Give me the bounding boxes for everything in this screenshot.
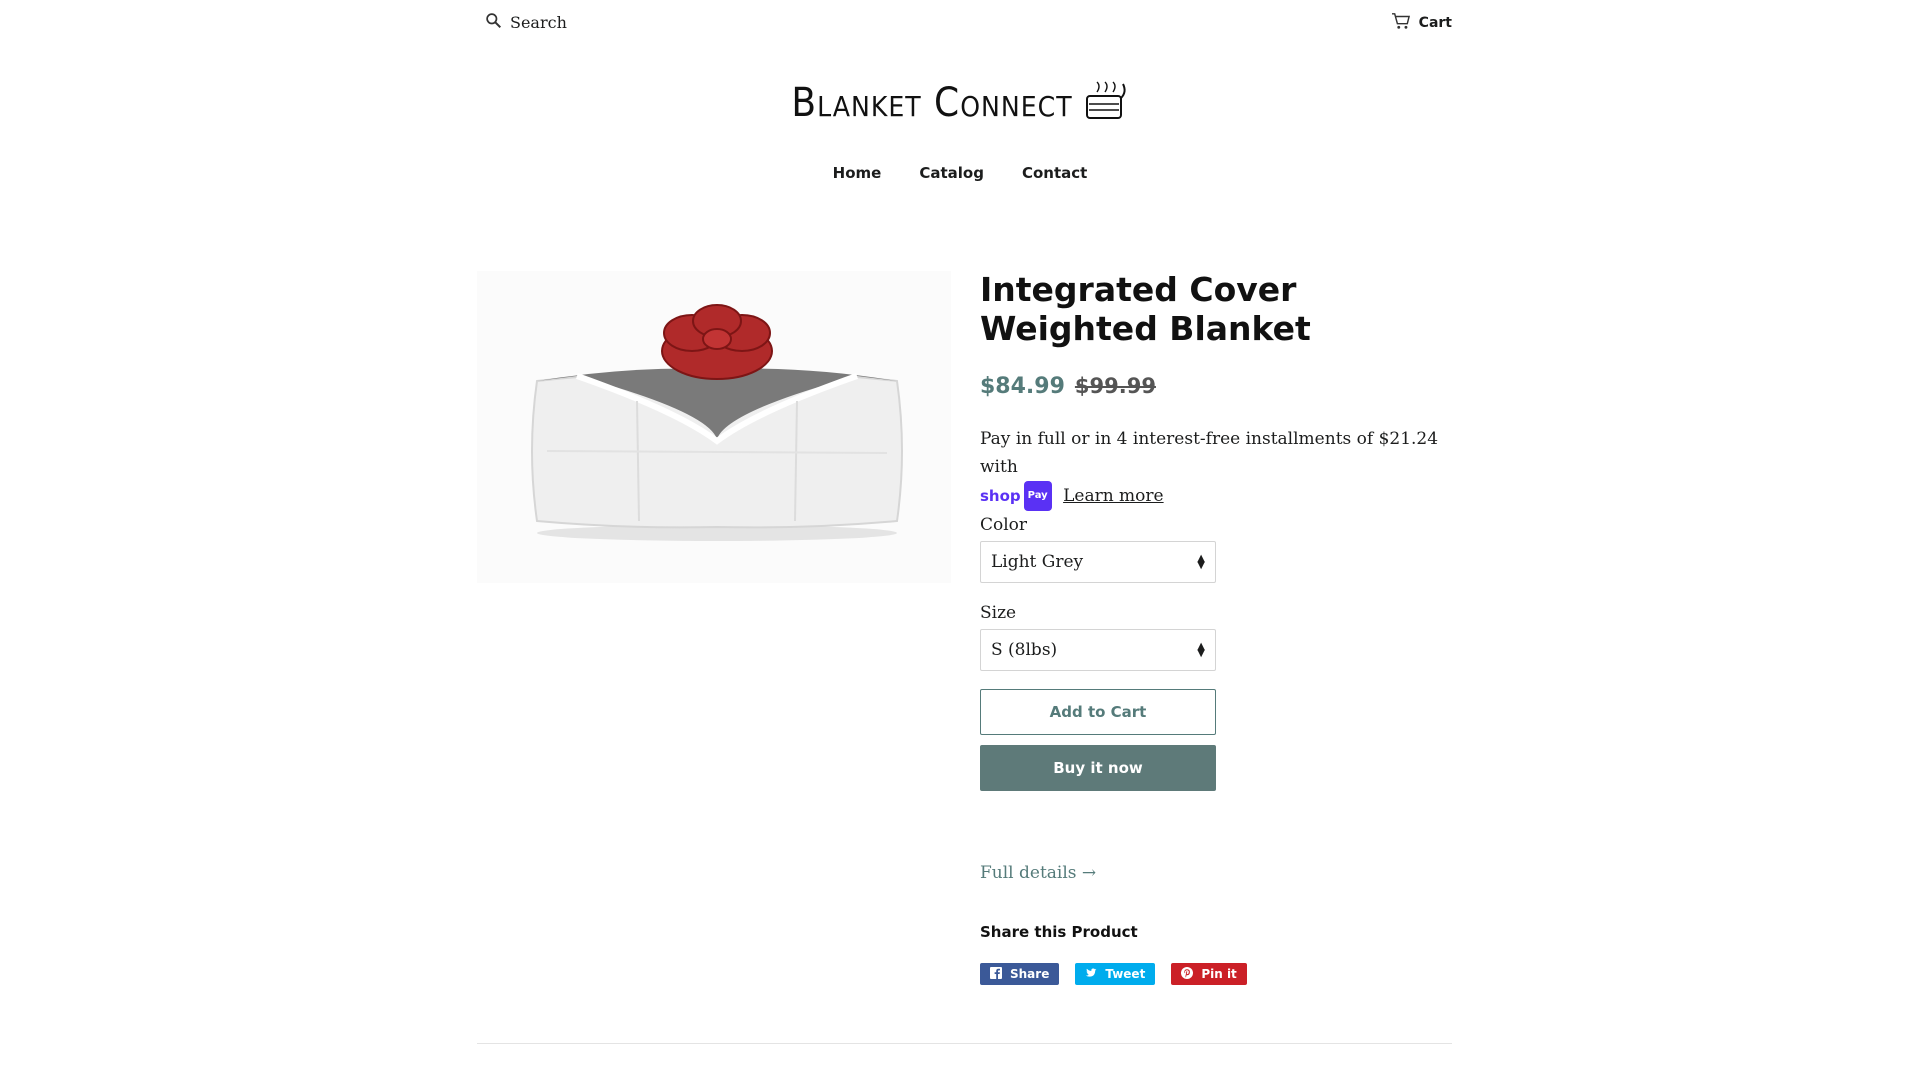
product-title: Integrated Cover Weighted Blanket: [980, 270, 1311, 348]
compare-price: $99.99: [1074, 374, 1156, 398]
search-label: Search: [510, 13, 567, 32]
facebook-icon: [990, 966, 1002, 982]
share-title: Share this Product: [980, 923, 1138, 941]
folded-blanket-logo-icon: [1083, 78, 1129, 128]
search-icon: [485, 12, 502, 33]
pinterest-icon: [1181, 966, 1194, 982]
installments-message: Pay in full or in 4 interest-free instal…: [980, 425, 1460, 511]
cart-icon: [1391, 12, 1411, 34]
tweet-label: Tweet: [1105, 967, 1146, 981]
cart-label: Cart: [1418, 15, 1452, 31]
nav-item-catalog[interactable]: Catalog: [919, 164, 984, 182]
search-link[interactable]: Search: [485, 12, 567, 33]
product-image[interactable]: [477, 271, 951, 583]
select-arrows-icon: ▲ ▼: [1197, 553, 1205, 571]
top-bar: Search Cart: [0, 0, 1920, 50]
price-row: $84.99 $99.99: [980, 374, 1460, 399]
store-logo[interactable]: Blanket Connect: [0, 78, 1920, 128]
logo-text: Blanket Connect: [791, 80, 1073, 126]
shop-pay-shop: shop: [980, 487, 1021, 505]
cart-link[interactable]: Cart: [1391, 12, 1452, 34]
share-buttons: Share Tweet Pin it: [980, 963, 1460, 985]
nav-item-contact[interactable]: Contact: [1022, 164, 1087, 182]
select-arrows-icon: ▲ ▼: [1197, 641, 1205, 659]
footer-divider: [477, 1043, 1452, 1044]
size-select-value: S (8lbs): [991, 640, 1058, 660]
shop-pay-pay: Pay: [1023, 481, 1052, 511]
twitter-tweet-button[interactable]: Tweet: [1075, 963, 1156, 985]
color-select[interactable]: Light Grey ▲ ▼: [980, 541, 1216, 583]
product-info: Integrated Cover Weighted Blanket $84.99…: [980, 270, 1460, 985]
facebook-share-button[interactable]: Share: [980, 963, 1060, 985]
buy-now-button[interactable]: Buy it now: [980, 745, 1216, 791]
shop-pay-logo: shop Pay: [980, 481, 1052, 511]
color-label: Color: [980, 515, 1028, 535]
sale-price: $84.99: [980, 374, 1065, 399]
main-nav: Home Catalog Contact: [0, 164, 1920, 182]
share-label: Share: [1010, 967, 1050, 981]
add-to-cart-button[interactable]: Add to Cart: [980, 689, 1216, 735]
size-label: Size: [980, 603, 1017, 623]
pinterest-pin-button[interactable]: Pin it: [1171, 963, 1247, 985]
size-select[interactable]: S (8lbs) ▲ ▼: [980, 629, 1216, 671]
installments-text: Pay in full or in 4 interest-free instal…: [980, 429, 1439, 477]
full-details-link[interactable]: Full details →: [980, 863, 1460, 883]
twitter-icon: [1085, 967, 1097, 982]
nav-item-home[interactable]: Home: [833, 164, 882, 182]
learn-more-link[interactable]: Learn more: [1063, 486, 1164, 506]
color-select-value: Light Grey: [991, 552, 1084, 572]
product-page: Search Cart Blanket Connect Home Catalog…: [0, 0, 1920, 1080]
pin-label: Pin it: [1201, 967, 1237, 981]
